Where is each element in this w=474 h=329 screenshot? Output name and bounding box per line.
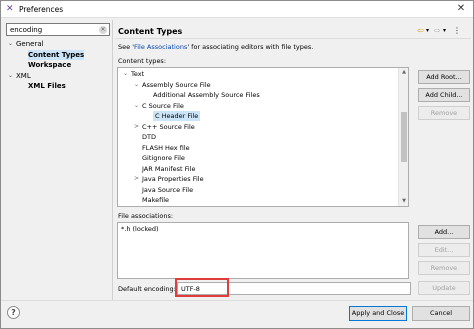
cancel-button[interactable]: Cancel [412,306,470,321]
back-menu-icon[interactable]: ▾ [426,26,429,36]
default-encoding-label: Default encoding: [118,285,176,293]
content-types-scrollbar[interactable]: ▲ ▼ [398,68,408,206]
content-type-label: Text [131,70,145,78]
page-title: Content Types [118,27,183,36]
remove-association-button[interactable]: Remove [418,261,470,275]
tree-item[interactable]: Workspace [6,60,110,70]
tree-item[interactable]: ⌄ XML [6,71,110,81]
content-type-item[interactable]: Gitignore File [118,153,396,163]
content-type-label: Java Source File [142,185,194,194]
back-arrow-icon[interactable]: ⇦ [417,26,424,36]
tree-item-label: Workspace [28,61,72,69]
expand-arrow-icon[interactable]: ⌄ [133,101,140,111]
apply-and-close-button[interactable]: Apply and Close [349,306,407,321]
file-associations-link[interactable]: File Associations [134,43,187,51]
add-association-button[interactable]: Add... [418,225,470,239]
content-type-label: Additional Assembly Source Files [153,91,260,99]
add-child-button[interactable]: Add Child... [418,88,470,102]
tree-item-label: XML [16,71,31,80]
file-associations-label: File associations: [118,212,174,220]
content-type-item[interactable]: Java Source File [118,185,396,195]
help-icon[interactable]: ? [7,306,20,319]
highlight-box [175,278,229,297]
close-icon[interactable]: ✕ [455,3,467,15]
scrollbar-thumb[interactable] [401,112,407,162]
tree-item-label: Content Types [28,49,85,60]
content-type-item[interactable]: DTD [118,132,396,142]
list-item[interactable]: *.h (locked) [121,225,159,233]
content-type-item[interactable]: JAR Manifest File [118,164,396,174]
forward-menu-icon[interactable]: ▾ [443,26,446,36]
clear-filter-icon[interactable]: × [99,26,107,34]
content-type-label: C++ Source File [142,122,195,131]
content-type-item[interactable]: > C++ Source File [118,122,396,132]
expand-arrow-icon[interactable]: > [133,122,140,132]
expand-arrow-icon[interactable]: ⌄ [7,71,14,81]
content-type-item[interactable]: FLASH Hex file [118,143,396,153]
content-types-label: Content types: [118,57,167,65]
content-type-label: C Source File [142,101,184,110]
preferences-dialog: ✕ Preferences ✕ encoding × ⌄ General Conte… [0,0,474,329]
tree-item-label: General [16,40,44,48]
scroll-down-icon[interactable]: ▼ [399,197,408,206]
content-type-item[interactable]: ⌄ Assembly Source File [118,80,396,90]
expand-arrow-icon[interactable]: ⌄ [7,39,14,49]
forward-arrow-icon[interactable]: ⇨ [434,26,441,36]
expand-arrow-icon[interactable]: ⌄ [122,69,129,79]
tree-item[interactable]: Content Types [6,49,110,60]
content-type-label: Gitignore File [142,154,185,162]
tree-item-label: XML Files [28,82,66,90]
description-prefix: See ' [118,43,134,51]
file-associations-list[interactable]: *.h (locked) [117,222,409,279]
footer-separator [1,300,473,301]
pane-divider[interactable] [112,20,113,300]
content-type-label: JAR Manifest File [142,164,196,173]
expand-arrow-icon[interactable]: > [133,174,140,184]
window-title: Preferences [19,5,64,14]
title-bar: ✕ Preferences ✕ [1,1,473,18]
content-type-item[interactable]: ⌄ C Source File [118,101,396,111]
filter-input-value: encoding [10,26,43,34]
content-type-label: Assembly Source File [142,80,211,89]
remove-content-type-button[interactable]: Remove [418,106,470,120]
preference-tree: ⌄ General Content Types Workspace ⌄ XML XML Fi… [6,39,110,301]
content-type-item[interactable]: ⌄ Text [118,69,396,79]
view-menu-icon[interactable]: ⋮ [453,26,461,36]
content-type-item[interactable]: > Java Properties File [118,174,396,184]
content-type-label: C Header File [153,111,201,121]
content-type-label: Java Properties File [142,175,204,183]
content-type-label: FLASH Hex file [142,143,190,152]
edit-association-button[interactable]: Edit... [418,243,470,257]
page-navigation: ⇦ ▾ ⇨ ▾ ⋮ [417,26,471,36]
add-root-button[interactable]: Add Root... [418,70,470,84]
content-type-item[interactable]: Makefile [118,195,396,205]
content-type-item[interactable]: C Header File [118,111,396,121]
content-type-label: DTD [142,133,156,141]
description-text: See 'File Associations' for associating … [118,43,313,51]
scroll-up-icon[interactable]: ▲ [399,68,408,77]
tree-item[interactable]: XML Files [6,81,110,91]
expand-arrow-icon[interactable]: ⌄ [133,80,140,90]
content-type-label: Makefile [142,196,170,204]
update-button[interactable]: Update [418,281,470,295]
eclipse-app-icon: ✕ [6,4,14,14]
tree-item[interactable]: ⌄ General [6,39,110,49]
description-suffix: ' for associating editors with file type… [187,43,314,51]
filter-input[interactable]: encoding × [6,23,110,36]
content-types-tree[interactable]: ▲ ▼ ⌄ Text ⌄ Assembly Source File Additional… [117,67,409,207]
title-separator [115,38,471,39]
content-type-item[interactable]: Additional Assembly Source Files [118,90,396,100]
